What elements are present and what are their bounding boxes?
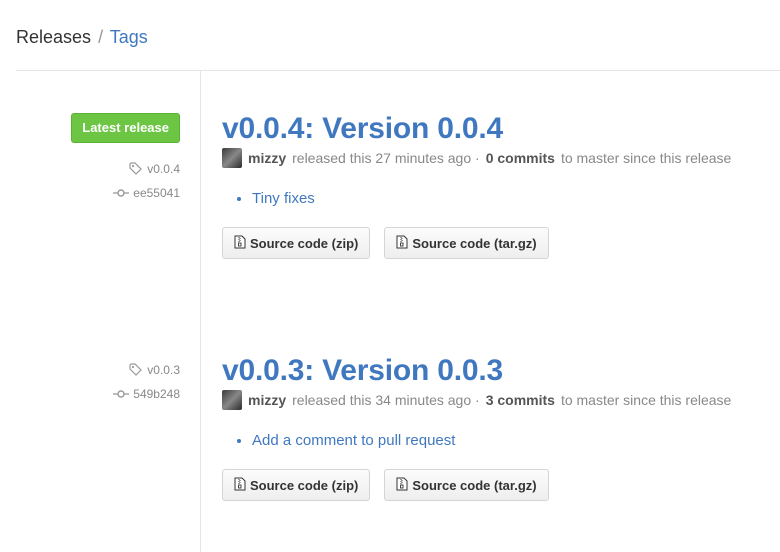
source-zip-button[interactable]: Source code (zip) xyxy=(222,227,371,259)
subnav: Releases / Tags xyxy=(16,26,148,48)
timeline-line xyxy=(200,71,201,552)
release-byline: mizzy released this 34 minutes ago · 3 c… xyxy=(222,390,762,410)
download-buttons: Source code (zip) Source code (tar.gz) xyxy=(222,469,762,501)
subnav-separator: / xyxy=(98,27,104,47)
source-targz-button[interactable]: Source code (tar.gz) xyxy=(384,469,549,501)
divider xyxy=(16,70,780,71)
commit-icon xyxy=(113,188,130,198)
commits-count-link[interactable]: 0 commits xyxy=(486,150,555,166)
tag-name: v0.0.3 xyxy=(147,363,180,377)
source-targz-button[interactable]: Source code (tar.gz) xyxy=(384,227,549,259)
release-title[interactable]: v0.0.3: Version 0.0.3 xyxy=(222,354,762,388)
zip-file-icon xyxy=(234,235,246,252)
tag-name: v0.0.4 xyxy=(147,162,180,176)
since-text: to master since this release xyxy=(560,392,732,408)
commits-count-link[interactable]: 3 commits xyxy=(486,392,555,408)
since-text: to master since this release xyxy=(560,150,732,166)
release-note-item[interactable]: Tiny fixes xyxy=(252,190,762,207)
release-note-item[interactable]: Add a comment to pull request xyxy=(252,432,762,449)
zip-file-icon xyxy=(396,235,408,252)
tag-icon xyxy=(129,363,143,377)
latest-release-badge: Latest release xyxy=(71,113,180,143)
commit-sha: 549b248 xyxy=(133,387,180,401)
author-link[interactable]: mizzy xyxy=(248,392,286,408)
tags-link[interactable]: Tags xyxy=(110,27,148,47)
zip-file-icon xyxy=(396,477,408,494)
release-entry: v0.0.3: Version 0.0.3 mizzy released thi… xyxy=(222,354,762,501)
release-title[interactable]: v0.0.4: Version 0.0.4 xyxy=(222,112,762,146)
source-zip-label: Source code (zip) xyxy=(250,235,359,251)
release-entry: v0.0.4: Version 0.0.4 mizzy released thi… xyxy=(222,112,762,259)
release-meta: v0.0.3 549b248 xyxy=(113,361,180,403)
source-zip-button[interactable]: Source code (zip) xyxy=(222,469,371,501)
zip-file-icon xyxy=(234,477,246,494)
avatar[interactable] xyxy=(222,390,242,410)
commit-link[interactable]: 549b248 xyxy=(113,385,180,403)
source-targz-label: Source code (tar.gz) xyxy=(412,477,537,493)
commit-icon xyxy=(113,389,130,399)
download-buttons: Source code (zip) Source code (tar.gz) xyxy=(222,227,762,259)
avatar[interactable] xyxy=(222,148,242,168)
commit-sha: ee55041 xyxy=(133,186,180,200)
tag-icon xyxy=(129,162,143,176)
release-meta: Latest release v0.0.4 ee55041 xyxy=(71,113,180,202)
released-time: released this 34 minutes ago · xyxy=(292,392,480,408)
release-byline: mizzy released this 27 minutes ago · 0 c… xyxy=(222,148,762,168)
release-notes: Tiny fixes xyxy=(222,190,762,207)
source-zip-label: Source code (zip) xyxy=(250,477,359,493)
commit-link[interactable]: ee55041 xyxy=(71,184,180,202)
release-notes: Add a comment to pull request xyxy=(222,432,762,449)
released-time: released this 27 minutes ago · xyxy=(292,150,480,166)
releases-link[interactable]: Releases xyxy=(16,27,91,47)
author-link[interactable]: mizzy xyxy=(248,150,286,166)
tag-link[interactable]: v0.0.4 xyxy=(71,160,180,178)
source-targz-label: Source code (tar.gz) xyxy=(412,235,537,251)
tag-link[interactable]: v0.0.3 xyxy=(113,361,180,379)
